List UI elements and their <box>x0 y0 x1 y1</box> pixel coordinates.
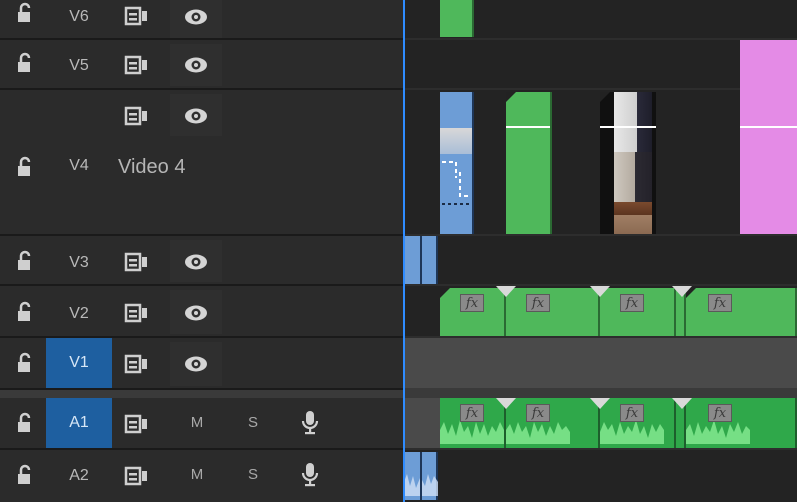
lock-icon[interactable] <box>14 250 36 272</box>
lane-v3[interactable] <box>404 236 797 286</box>
video-audio-divider[interactable] <box>0 390 797 398</box>
track-header-v2: V2 <box>0 286 404 338</box>
sync-lock-toggle-icon[interactable] <box>124 413 150 435</box>
eye-icon[interactable] <box>183 105 209 127</box>
fx-badge-icon[interactable]: fx <box>460 404 484 422</box>
sync-lock-toggle-icon[interactable] <box>124 54 150 76</box>
lane-gap <box>404 398 440 448</box>
lock-icon[interactable] <box>14 52 36 74</box>
fx-badge-icon[interactable]: fx <box>460 294 484 312</box>
fx-badge-icon[interactable]: fx <box>526 404 550 422</box>
lane-a2[interactable] <box>404 450 797 502</box>
audio-clip[interactable] <box>404 452 422 500</box>
sync-lock-toggle-icon[interactable] <box>124 5 150 27</box>
clip-start-marker <box>600 92 610 102</box>
transition-icon[interactable] <box>496 286 516 297</box>
audio-clip[interactable]: fx <box>600 398 676 448</box>
solo-button[interactable]: S <box>243 466 263 483</box>
opacity-keyframe-line[interactable] <box>600 126 656 128</box>
lock-icon[interactable] <box>14 2 36 24</box>
eye-icon[interactable] <box>183 251 209 273</box>
eye-icon[interactable] <box>183 6 209 28</box>
lane-a1[interactable]: fx fx fx fx <box>404 398 797 450</box>
eye-icon[interactable] <box>183 302 209 324</box>
mute-button[interactable]: M <box>187 414 207 431</box>
graphic-clip[interactable] <box>440 92 474 234</box>
lane-v4[interactable] <box>404 90 797 236</box>
video-clip[interactable] <box>740 90 797 234</box>
transition-icon[interactable] <box>672 398 692 409</box>
video-clip[interactable] <box>740 40 797 90</box>
lane-v1[interactable] <box>404 338 797 390</box>
opacity-keyframe-line[interactable] <box>740 126 797 128</box>
audio-waveform <box>422 474 438 496</box>
video-clip[interactable]: fx <box>686 288 797 336</box>
sync-lock-toggle-icon[interactable] <box>124 251 150 273</box>
sync-lock-toggle-icon[interactable] <box>124 105 150 127</box>
clip-start-marker <box>506 92 516 102</box>
opacity-keyframe-line[interactable] <box>506 126 550 128</box>
track-target-v4[interactable]: V4 <box>46 148 112 184</box>
track-header-v4: V4 Video 4 <box>0 90 404 236</box>
clip-thumbnail-lines <box>442 161 470 205</box>
video-clip[interactable]: fx <box>600 288 676 336</box>
video-clip[interactable] <box>506 92 552 234</box>
track-target-a1[interactable]: A1 <box>46 398 112 448</box>
transition-icon[interactable] <box>496 398 516 409</box>
lock-icon[interactable] <box>14 412 36 434</box>
playhead[interactable] <box>403 0 405 502</box>
track-header-v6: V6 <box>0 0 404 40</box>
audio-clip[interactable] <box>422 452 438 500</box>
transition-icon[interactable] <box>590 398 610 409</box>
fx-badge-icon[interactable]: fx <box>708 404 732 422</box>
audio-waveform <box>404 474 420 496</box>
sync-lock-toggle-icon[interactable] <box>124 465 150 487</box>
audio-clip[interactable]: fx <box>506 398 600 448</box>
fx-badge-icon[interactable]: fx <box>620 404 644 422</box>
lock-icon[interactable] <box>14 352 36 374</box>
track-header-v5: V5 <box>0 40 404 90</box>
eye-icon[interactable] <box>183 54 209 76</box>
microphone-icon[interactable] <box>300 410 320 436</box>
video-clip[interactable] <box>440 0 474 37</box>
mute-button[interactable]: M <box>187 466 207 483</box>
track-header-a2: A2 M S <box>0 450 404 502</box>
track-header-a1: A1 M S <box>0 398 404 450</box>
track-target-v5[interactable]: V5 <box>46 48 112 84</box>
timeline-panel: V6 V5 V4 Video 4 V3 V2 V1 A1 M S A2 M S … <box>0 0 797 502</box>
transition-icon[interactable] <box>590 286 610 297</box>
graphic-clip[interactable] <box>422 236 438 284</box>
lock-icon[interactable] <box>14 464 36 486</box>
clip-thumbnail <box>440 128 472 154</box>
lane-v6[interactable] <box>404 0 797 40</box>
track-target-v2[interactable]: V2 <box>46 294 112 334</box>
track-name-label: Video 4 <box>118 156 186 178</box>
transition-icon[interactable] <box>672 286 692 297</box>
solo-button[interactable]: S <box>243 414 263 431</box>
fx-badge-icon[interactable]: fx <box>526 294 550 312</box>
lane-v2[interactable]: fx fx fx fx <box>404 286 797 338</box>
track-target-v1[interactable]: V1 <box>46 338 112 388</box>
eye-icon[interactable] <box>183 353 209 375</box>
sync-lock-toggle-icon[interactable] <box>124 353 150 375</box>
video-clip[interactable]: fx <box>506 288 600 336</box>
clip-thumbnail <box>614 92 652 234</box>
track-header-v3: V3 <box>0 236 404 286</box>
lane-v5[interactable] <box>404 40 797 90</box>
lock-icon[interactable] <box>14 156 36 178</box>
lock-icon[interactable] <box>14 301 36 323</box>
video-clip[interactable] <box>600 92 656 234</box>
clip-start-marker <box>440 288 450 298</box>
graphic-clip[interactable] <box>404 236 422 284</box>
track-target-a2[interactable]: A2 <box>46 456 112 496</box>
microphone-icon[interactable] <box>300 462 320 488</box>
fx-badge-icon[interactable]: fx <box>708 294 732 312</box>
track-target-v3[interactable]: V3 <box>46 244 112 282</box>
fx-badge-icon[interactable]: fx <box>620 294 644 312</box>
track-header-v1: V1 <box>0 338 404 390</box>
track-target-v6[interactable]: V6 <box>46 0 112 34</box>
audio-clip[interactable]: fx <box>686 398 797 448</box>
sync-lock-toggle-icon[interactable] <box>124 302 150 324</box>
